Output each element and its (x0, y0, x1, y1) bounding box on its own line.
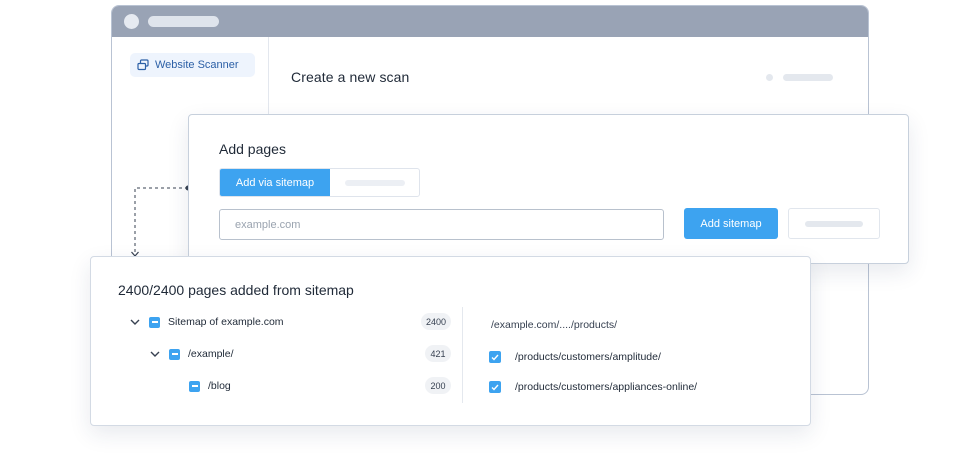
checkmark-icon (491, 354, 499, 361)
button-label-placeholder (805, 220, 863, 227)
tab-alternative-source[interactable] (330, 169, 419, 196)
page-title: Create a new scan (291, 69, 410, 85)
scanner-icon (137, 59, 149, 71)
chevron-down-icon[interactable] (149, 348, 161, 360)
sitemap-results-card: 2400/2400 pages added from sitemap Sitem… (90, 256, 811, 426)
add-pages-card: Add pages Add via sitemap Add sitemap (188, 114, 909, 264)
tree-row-sitemap[interactable]: Sitemap of example.com (129, 313, 284, 331)
status-placeholder-bar (783, 74, 833, 81)
checkbox-checked[interactable] (489, 381, 501, 393)
partial-checkbox[interactable] (149, 316, 160, 328)
count-badge: 2400 (421, 313, 452, 330)
page-path-label: /products/customers/amplitude/ (515, 351, 661, 363)
partial-checkbox[interactable] (189, 380, 200, 392)
source-tabs: Add via sitemap (219, 168, 420, 197)
add-sitemap-button[interactable]: Add sitemap (684, 208, 778, 239)
sitemap-url-input[interactable] (219, 209, 664, 240)
address-bar-placeholder[interactable] (148, 16, 219, 27)
status-placeholder-dot (766, 74, 773, 81)
page-row[interactable]: /products/customers/amplitude/ (489, 350, 661, 364)
sidebar-item-label: Website Scanner (155, 59, 239, 71)
current-path: /example.com/..../products/ (491, 319, 618, 331)
chevron-down-icon[interactable] (129, 316, 141, 328)
tree-item-label: Sitemap of example.com (168, 316, 284, 328)
panel-divider (462, 307, 463, 403)
checkbox-checked[interactable] (489, 351, 501, 363)
tab-label-placeholder (344, 179, 405, 186)
page-row[interactable]: /products/customers/appliances-online/ (489, 380, 697, 394)
window-control-dot[interactable] (124, 14, 139, 29)
browser-title-bar (112, 6, 868, 37)
tree-row-example[interactable]: /example/ (149, 345, 234, 363)
sidebar-item-website-scanner[interactable]: Website Scanner (130, 53, 255, 77)
tree-row-blog[interactable]: /blog (189, 377, 231, 395)
partial-checkbox[interactable] (169, 348, 180, 360)
checkmark-icon (491, 384, 499, 391)
page-path-label: /products/customers/appliances-online/ (515, 381, 698, 393)
add-pages-title: Add pages (219, 141, 286, 157)
tree-item-label: /example/ (188, 348, 234, 360)
count-badge: 200 (425, 377, 451, 394)
sitemap-summary-title: 2400/2400 pages added from sitemap (118, 282, 354, 298)
count-badge: 421 (425, 345, 451, 362)
secondary-button[interactable] (788, 208, 880, 239)
tree-item-label: /blog (208, 380, 231, 392)
tab-add-via-sitemap[interactable]: Add via sitemap (220, 169, 330, 196)
